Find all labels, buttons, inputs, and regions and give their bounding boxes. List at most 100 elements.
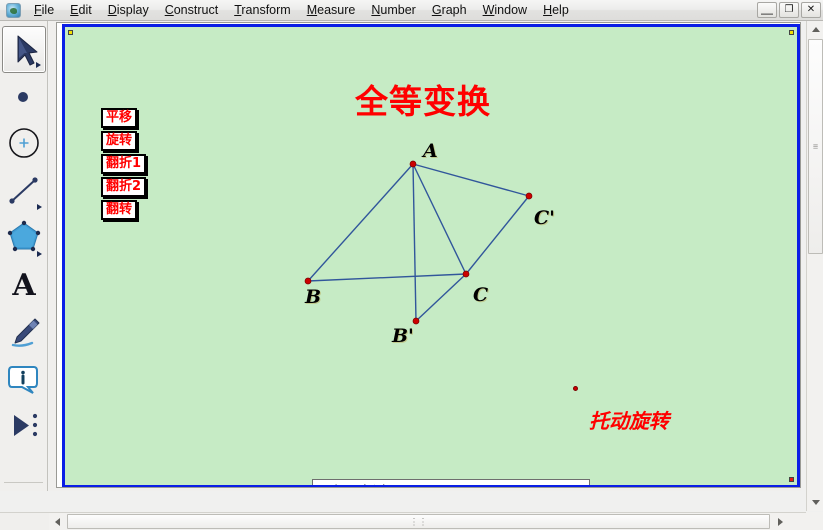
geometry-figure (304, 160, 533, 325)
menu-item-help[interactable]: Help (535, 0, 577, 21)
information-tool[interactable] (2, 355, 46, 402)
restore-button[interactable]: ❐ (779, 2, 799, 18)
menu-item-construct[interactable]: Construct (157, 0, 227, 21)
minimize-icon: — (761, 6, 773, 20)
canvas-handle-bottom-right[interactable] (789, 477, 794, 482)
close-icon: ✕ (806, 4, 816, 15)
marker-pen-tool-icon (11, 318, 39, 347)
menu-mnemonic: C (164, 3, 174, 17)
text-tool[interactable]: A (2, 261, 46, 308)
scroll-right-icon (778, 517, 783, 526)
tool-palette: A (0, 21, 48, 491)
point-tool[interactable] (2, 73, 46, 120)
point-Cprime[interactable] (525, 192, 533, 200)
menu-mnemonic: G (431, 3, 442, 17)
menu-label: umber (380, 3, 416, 17)
drag-hint-text: 托动旋转 (589, 409, 669, 433)
scroll-left-icon (55, 517, 60, 526)
menu-mnemonic: M (306, 3, 318, 17)
point-Bprime[interactable] (412, 317, 420, 325)
vertical-scroll-thumb[interactable]: ≡ (808, 39, 823, 254)
menu-label: ile (41, 3, 55, 17)
line-tool-expand-icon[interactable] (36, 204, 42, 210)
segment-AB[interactable] (307, 163, 414, 282)
polygon-tool[interactable] (2, 214, 46, 261)
segment-AC'[interactable] (412, 163, 530, 197)
segment-AB'[interactable] (412, 163, 417, 322)
menu-label: isplay (116, 3, 149, 17)
point-A[interactable] (409, 160, 417, 168)
point-label-Bprime[interactable]: B' (392, 325, 414, 347)
menu-item-edit[interactable]: Edit (62, 0, 100, 21)
menu-mnemonic: E (70, 3, 79, 17)
point-B[interactable] (304, 277, 312, 285)
menu-item-window[interactable]: Window (475, 0, 535, 21)
point-label-A[interactable]: A (423, 140, 438, 162)
marker-pen-tool[interactable] (2, 308, 46, 355)
menu-label: raph (441, 3, 467, 17)
arrow-select-tool[interactable] (1, 26, 46, 73)
toolbar-divider (4, 482, 43, 483)
menu-mnemonic: H (543, 3, 553, 17)
menu-mnemonic: F (34, 3, 42, 17)
information-tool-icon (7, 366, 38, 394)
point-label-C[interactable]: C (473, 284, 488, 306)
segment-CB'[interactable] (415, 273, 467, 322)
menu-item-graph[interactable]: Graph (424, 0, 475, 21)
scroll-down-icon (811, 500, 820, 505)
segment-CC'[interactable] (465, 195, 530, 275)
close-button[interactable]: ✕ (801, 2, 821, 18)
horizontal-scroll-thumb[interactable]: ⋮⋮ (67, 514, 770, 529)
arrow-tool-expand-icon[interactable] (35, 62, 41, 68)
segment-AC[interactable] (412, 163, 467, 275)
scroll-up-icon (811, 27, 820, 32)
scrollbar-corner (806, 512, 823, 530)
custom-tool-icon (13, 413, 37, 437)
menu-label: onstruct (173, 3, 219, 17)
menu-mnemonic: D (107, 3, 117, 17)
rotation-drag-point[interactable] (573, 386, 578, 391)
menu-label: dit (78, 3, 92, 17)
polygon-tool-expand-icon[interactable] (36, 251, 42, 257)
menu-label: easure (317, 3, 356, 17)
sketchpad-window: File Edit Display Construct Transform Measure… (0, 0, 823, 530)
canvas-area: 全等变换 平移旋转翻折1翻折2翻转 ABCC'B' 托动旋转 几何画板官网www… (49, 21, 801, 491)
scroll-down-button[interactable] (807, 494, 823, 511)
menu-label: elp (552, 3, 569, 17)
minimize-button[interactable]: — (757, 2, 777, 20)
point-label-Cprime[interactable]: C' (534, 207, 555, 229)
title-bar: File Edit Display Construct Transform Measure… (0, 0, 823, 21)
horizontal-scrollbar[interactable]: ⋮⋮ (49, 512, 806, 530)
menu-item-file[interactable]: File (26, 0, 62, 21)
canvas-handle-top-right[interactable] (789, 30, 794, 35)
menu-item-measure[interactable]: Measure (299, 0, 364, 21)
text-tool-icon: A (11, 268, 36, 303)
svg-text:A: A (11, 268, 36, 303)
compass-circle-tool-icon (8, 128, 39, 158)
menu-item-transform[interactable]: Transform (226, 0, 299, 21)
sketch-canvas[interactable]: 全等变换 平移旋转翻折1翻折2翻转 ABCC'B' 托动旋转 几何画板官网www… (62, 24, 800, 487)
point-C[interactable] (462, 270, 470, 278)
menu-item-number[interactable]: Number (363, 0, 423, 21)
custom-tool[interactable] (2, 402, 46, 449)
point-tool-icon (17, 92, 28, 102)
menu-mnemonic: W (482, 3, 495, 17)
canvas-handle-top-left[interactable] (68, 30, 73, 35)
window-controls: — ❐ ✕ (757, 2, 821, 20)
watermark-label: 几何画板官网www.jihehuaban.com.cn (312, 479, 590, 485)
menu-item-display[interactable]: Display (100, 0, 157, 21)
straightedge-line-tool[interactable] (2, 167, 46, 214)
vertical-thumb-grip-icon: ≡ (812, 141, 819, 151)
segment-BC[interactable] (307, 273, 467, 282)
compass-circle-tool[interactable] (2, 120, 46, 167)
vertical-scrollbar[interactable]: ≡ (806, 21, 823, 511)
document-frame: 全等变换 平移旋转翻折1翻折2翻转 ABCC'B' 托动旋转 几何画板官网www… (56, 22, 801, 488)
scroll-up-button[interactable] (807, 21, 823, 38)
menu-bar: File Edit Display Construct Transform Measure… (26, 0, 577, 21)
scroll-left-button[interactable] (49, 513, 66, 530)
scroll-right-button[interactable] (772, 513, 789, 530)
point-label-B[interactable]: B (305, 286, 321, 308)
menu-label: ransform (241, 3, 291, 17)
restore-icon: ❐ (784, 4, 794, 15)
menu-label: indow (494, 3, 528, 17)
